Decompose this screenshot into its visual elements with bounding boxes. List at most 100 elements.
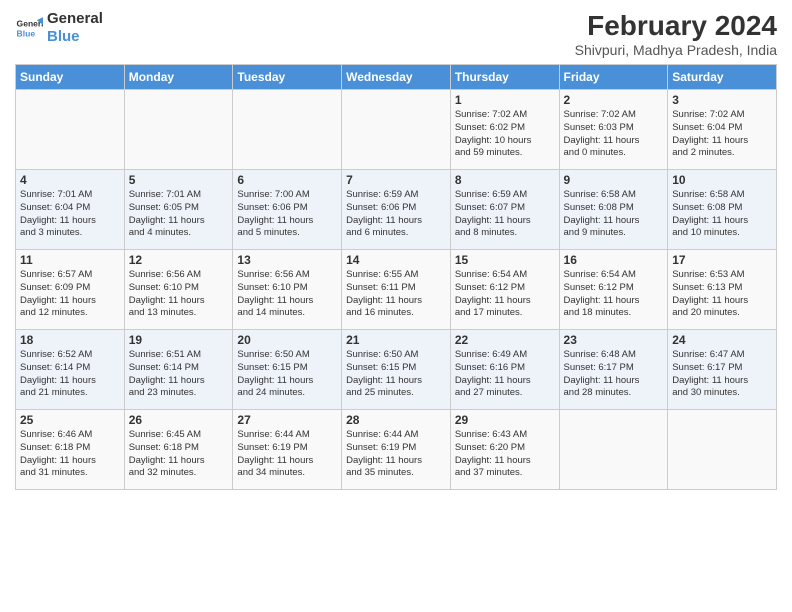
calendar-cell: 29 Sunrise: 6:43 AM Sunset: 6:20 PM Dayli… bbox=[450, 410, 559, 490]
svg-text:Blue: Blue bbox=[17, 29, 36, 39]
day-number: 2 bbox=[564, 93, 664, 107]
calendar-cell: 8Sunrise: 6:59 AM Sunset: 6:07 PM Daylig… bbox=[450, 170, 559, 250]
day-info: Sunrise: 6:53 AM Sunset: 6:13 PM Dayligh… bbox=[672, 269, 772, 320]
calendar-cell: 28 Sunrise: 6:44 AM Sunset: 6:19 PM Dayli… bbox=[342, 410, 451, 490]
day-number: 29 bbox=[455, 413, 555, 427]
day-info: Sunrise: 7:01 AM Sunset: 6:05 PM Dayligh… bbox=[129, 189, 229, 240]
day-info: Sunrise: 6:58 AM Sunset: 6:08 PM Dayligh… bbox=[672, 189, 772, 240]
day-info: Sunrise: 6:48 AM Sunset: 6:17 PM Dayligh… bbox=[564, 349, 664, 400]
day-number: 7 bbox=[346, 173, 446, 187]
day-info: Sunrise: 6:44 AM Sunset: 6:19 PM Dayligh… bbox=[237, 429, 337, 480]
calendar-cell: 23 Sunrise: 6:48 AM Sunset: 6:17 PM Dayli… bbox=[559, 330, 668, 410]
day-number: 12 bbox=[129, 253, 229, 267]
calendar-cell: 6 Sunrise: 7:00 AM Sunset: 6:06 PM Daylig… bbox=[233, 170, 342, 250]
month-year-title: February 2024 bbox=[575, 10, 777, 42]
calendar-cell: 15Sunrise: 6:54 AM Sunset: 6:12 PM Dayli… bbox=[450, 250, 559, 330]
day-number: 8 bbox=[455, 173, 555, 187]
calendar-cell: 27 Sunrise: 6:44 AM Sunset: 6:19 PM Dayli… bbox=[233, 410, 342, 490]
day-number: 19 bbox=[129, 333, 229, 347]
calendar-cell: 17 Sunrise: 6:53 AM Sunset: 6:13 PM Dayli… bbox=[668, 250, 777, 330]
day-number: 21 bbox=[346, 333, 446, 347]
calendar-cell: 1 Sunrise: 7:02 AM Sunset: 6:02 PM Daylig… bbox=[450, 90, 559, 170]
calendar-cell bbox=[342, 90, 451, 170]
calendar-cell bbox=[559, 410, 668, 490]
logo-blue: Blue bbox=[47, 28, 103, 46]
logo: General Blue General Blue bbox=[15, 10, 103, 46]
calendar-week-row: 11 Sunrise: 6:57 AM Sunset: 6:09 PM Dayli… bbox=[16, 250, 777, 330]
day-info: Sunrise: 6:50 AM Sunset: 6:15 PM Dayligh… bbox=[237, 349, 337, 400]
day-info: Sunrise: 6:57 AM Sunset: 6:09 PM Dayligh… bbox=[20, 269, 120, 320]
column-header-monday: Monday bbox=[124, 65, 233, 90]
calendar-cell: 26 Sunrise: 6:45 AM Sunset: 6:18 PM Dayli… bbox=[124, 410, 233, 490]
day-info: Sunrise: 6:51 AM Sunset: 6:14 PM Dayligh… bbox=[129, 349, 229, 400]
calendar-cell: 22Sunrise: 6:49 AM Sunset: 6:16 PM Dayli… bbox=[450, 330, 559, 410]
page: General Blue General Blue February 2024 … bbox=[0, 0, 792, 612]
calendar-cell bbox=[16, 90, 125, 170]
day-number: 27 bbox=[237, 413, 337, 427]
day-number: 10 bbox=[672, 173, 772, 187]
day-info: Sunrise: 6:44 AM Sunset: 6:19 PM Dayligh… bbox=[346, 429, 446, 480]
day-info: Sunrise: 6:45 AM Sunset: 6:18 PM Dayligh… bbox=[129, 429, 229, 480]
day-info: Sunrise: 7:01 AM Sunset: 6:04 PM Dayligh… bbox=[20, 189, 120, 240]
day-info: Sunrise: 6:52 AM Sunset: 6:14 PM Dayligh… bbox=[20, 349, 120, 400]
day-number: 18 bbox=[20, 333, 120, 347]
calendar-cell: 16 Sunrise: 6:54 AM Sunset: 6:12 PM Dayli… bbox=[559, 250, 668, 330]
day-info: Sunrise: 7:00 AM Sunset: 6:06 PM Dayligh… bbox=[237, 189, 337, 240]
day-number: 26 bbox=[129, 413, 229, 427]
day-info: Sunrise: 7:02 AM Sunset: 6:02 PM Dayligh… bbox=[455, 109, 555, 160]
day-number: 9 bbox=[564, 173, 664, 187]
calendar-cell: 14 Sunrise: 6:55 AM Sunset: 6:11 PM Dayli… bbox=[342, 250, 451, 330]
day-number: 24 bbox=[672, 333, 772, 347]
day-info: Sunrise: 6:54 AM Sunset: 6:12 PM Dayligh… bbox=[455, 269, 555, 320]
calendar-cell: 7 Sunrise: 6:59 AM Sunset: 6:06 PM Daylig… bbox=[342, 170, 451, 250]
day-number: 17 bbox=[672, 253, 772, 267]
day-info: Sunrise: 6:50 AM Sunset: 6:15 PM Dayligh… bbox=[346, 349, 446, 400]
day-info: Sunrise: 7:02 AM Sunset: 6:04 PM Dayligh… bbox=[672, 109, 772, 160]
day-number: 11 bbox=[20, 253, 120, 267]
day-number: 28 bbox=[346, 413, 446, 427]
day-number: 23 bbox=[564, 333, 664, 347]
column-header-sunday: Sunday bbox=[16, 65, 125, 90]
day-info: Sunrise: 6:47 AM Sunset: 6:17 PM Dayligh… bbox=[672, 349, 772, 400]
logo-general: General bbox=[47, 10, 103, 28]
day-number: 5 bbox=[129, 173, 229, 187]
calendar-cell: 10 Sunrise: 6:58 AM Sunset: 6:08 PM Dayli… bbox=[668, 170, 777, 250]
day-info: Sunrise: 6:54 AM Sunset: 6:12 PM Dayligh… bbox=[564, 269, 664, 320]
calendar-header-row: SundayMondayTuesdayWednesdayThursdayFrid… bbox=[16, 65, 777, 90]
title-block: February 2024 Shivpuri, Madhya Pradesh, … bbox=[575, 10, 777, 58]
calendar-week-row: 1 Sunrise: 7:02 AM Sunset: 6:02 PM Daylig… bbox=[16, 90, 777, 170]
day-info: Sunrise: 6:46 AM Sunset: 6:18 PM Dayligh… bbox=[20, 429, 120, 480]
calendar-cell: 11 Sunrise: 6:57 AM Sunset: 6:09 PM Dayli… bbox=[16, 250, 125, 330]
day-number: 6 bbox=[237, 173, 337, 187]
calendar-cell bbox=[668, 410, 777, 490]
calendar-cell: 24 Sunrise: 6:47 AM Sunset: 6:17 PM Dayli… bbox=[668, 330, 777, 410]
day-info: Sunrise: 6:55 AM Sunset: 6:11 PM Dayligh… bbox=[346, 269, 446, 320]
day-number: 16 bbox=[564, 253, 664, 267]
calendar-cell bbox=[124, 90, 233, 170]
calendar-cell: 18 Sunrise: 6:52 AM Sunset: 6:14 PM Dayli… bbox=[16, 330, 125, 410]
day-info: Sunrise: 6:58 AM Sunset: 6:08 PM Dayligh… bbox=[564, 189, 664, 240]
day-info: Sunrise: 7:02 AM Sunset: 6:03 PM Dayligh… bbox=[564, 109, 664, 160]
day-number: 14 bbox=[346, 253, 446, 267]
column-header-friday: Friday bbox=[559, 65, 668, 90]
location-subtitle: Shivpuri, Madhya Pradesh, India bbox=[575, 42, 777, 58]
day-number: 25 bbox=[20, 413, 120, 427]
day-number: 22 bbox=[455, 333, 555, 347]
day-number: 13 bbox=[237, 253, 337, 267]
day-info: Sunrise: 6:56 AM Sunset: 6:10 PM Dayligh… bbox=[129, 269, 229, 320]
day-info: Sunrise: 6:56 AM Sunset: 6:10 PM Dayligh… bbox=[237, 269, 337, 320]
calendar-cell: 20Sunrise: 6:50 AM Sunset: 6:15 PM Dayli… bbox=[233, 330, 342, 410]
calendar-cell: 19 Sunrise: 6:51 AM Sunset: 6:14 PM Dayli… bbox=[124, 330, 233, 410]
day-number: 4 bbox=[20, 173, 120, 187]
column-header-saturday: Saturday bbox=[668, 65, 777, 90]
calendar-cell: 13 Sunrise: 6:56 AM Sunset: 6:10 PM Dayli… bbox=[233, 250, 342, 330]
calendar-week-row: 4 Sunrise: 7:01 AM Sunset: 6:04 PM Daylig… bbox=[16, 170, 777, 250]
header: General Blue General Blue February 2024 … bbox=[15, 10, 777, 58]
calendar-cell bbox=[233, 90, 342, 170]
calendar-cell: 3 Sunrise: 7:02 AM Sunset: 6:04 PM Daylig… bbox=[668, 90, 777, 170]
day-number: 3 bbox=[672, 93, 772, 107]
calendar-cell: 9 Sunrise: 6:58 AM Sunset: 6:08 PM Daylig… bbox=[559, 170, 668, 250]
day-info: Sunrise: 6:43 AM Sunset: 6:20 PM Dayligh… bbox=[455, 429, 555, 480]
day-number: 1 bbox=[455, 93, 555, 107]
day-info: Sunrise: 6:59 AM Sunset: 6:06 PM Dayligh… bbox=[346, 189, 446, 240]
